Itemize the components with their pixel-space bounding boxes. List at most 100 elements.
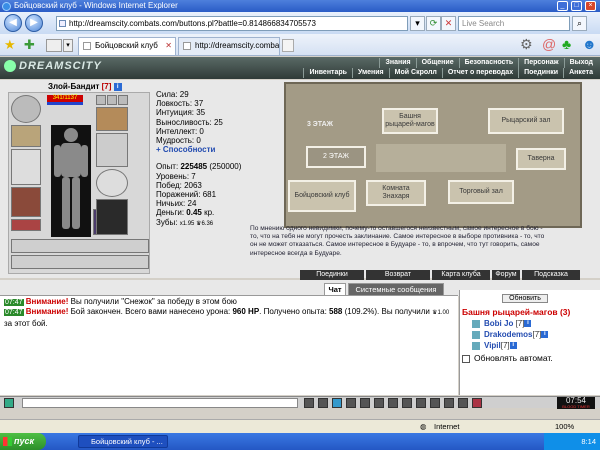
menu-communication[interactable]: Общение	[415, 58, 459, 68]
menu-battles[interactable]: Поединки	[518, 68, 563, 78]
gloves-slot[interactable]	[96, 133, 128, 167]
stop-icon[interactable]: ✕	[441, 16, 456, 31]
player-name[interactable]: Vipil	[484, 341, 501, 350]
map-room-floor2[interactable]: 2 ЭТАЖ	[306, 146, 366, 168]
battles-button[interactable]: Поединки	[300, 270, 364, 280]
add-favorites-icon[interactable]: ✚	[24, 37, 35, 53]
refresh-icon[interactable]: ⟳	[426, 16, 441, 31]
tab-close-icon[interactable]: ✕	[165, 38, 172, 54]
map-room-healer[interactable]: Комната Знахаря	[366, 180, 426, 206]
ring-slot[interactable]	[118, 95, 128, 105]
info-icon[interactable]: i	[113, 82, 122, 91]
menu-profile[interactable]: Анкета	[563, 68, 598, 78]
weapon-slot[interactable]	[11, 149, 41, 185]
menu-transfers[interactable]: Отчет о переводах	[441, 68, 518, 78]
back-icon[interactable]: ◀	[4, 14, 22, 32]
chat-mode-icon[interactable]	[402, 398, 412, 408]
dropdown-icon[interactable]: ▾	[410, 16, 425, 31]
url-field[interactable]: http://dreamscity.combats.com/buttons.pl…	[56, 16, 408, 31]
club-map-button[interactable]: Карта клуба	[432, 270, 490, 280]
map-room-tavern[interactable]: Таверна	[516, 148, 566, 170]
new-tab-button[interactable]	[282, 39, 294, 52]
chat-input[interactable]	[22, 398, 298, 408]
auto-refresh-toggle[interactable]: Обновлять автомат.	[462, 353, 553, 363]
mail-icon[interactable]: @	[542, 36, 556, 52]
map-room-fight-club[interactable]: Бойцовский клуб	[288, 180, 356, 212]
ring-slot[interactable]	[96, 95, 106, 105]
menu-skills[interactable]: Умения	[351, 68, 389, 78]
quick-slots-row[interactable]	[11, 239, 149, 253]
menu-my-scroll[interactable]: Мой Скролл	[388, 68, 442, 78]
map-room-trade-hall[interactable]: Торговый зал	[448, 180, 514, 204]
close-window-button[interactable]: ×	[585, 1, 596, 11]
exit-icon[interactable]	[472, 398, 482, 408]
belt-slot[interactable]	[11, 219, 41, 231]
helmet-slot[interactable]	[11, 95, 41, 123]
tab-second[interactable]: http://dreamscity.combats.c...	[178, 37, 280, 55]
ring-slot[interactable]	[107, 95, 117, 105]
checkbox-icon[interactable]	[462, 354, 470, 363]
forum-button[interactable]: Форум	[492, 270, 520, 280]
tab-active[interactable]: Бойцовский клуб ✕	[78, 37, 176, 55]
chat-timestamp[interactable]: 07:47	[4, 299, 24, 306]
quick-tabs-icon[interactable]: ▾	[63, 39, 73, 52]
info-icon[interactable]: i	[541, 331, 549, 339]
return-button[interactable]: Возврат	[366, 270, 430, 280]
scroll-icon[interactable]	[430, 398, 440, 408]
smiles-icon[interactable]	[374, 398, 384, 408]
minimize-button[interactable]: _	[557, 1, 568, 11]
log-icon[interactable]	[444, 398, 454, 408]
refresh-button[interactable]: Обновить	[502, 294, 548, 303]
private-icon[interactable]	[416, 398, 426, 408]
menu-knowledge[interactable]: Знания	[379, 58, 415, 68]
menu-character[interactable]: Персонаж	[518, 58, 563, 68]
clover-icon[interactable]: ♣	[562, 36, 571, 52]
menu-security[interactable]: Безопасность	[458, 58, 519, 68]
map-room-floor3[interactable]: 3 ЭТАЖ	[290, 114, 350, 136]
character-silhouette[interactable]	[51, 125, 91, 237]
info-icon[interactable]: i	[509, 342, 517, 350]
clear-icon[interactable]	[318, 398, 328, 408]
map-room-knight-hall[interactable]: Рыцарский зал	[488, 108, 564, 134]
player-item[interactable]: Drakodemos[7] i	[472, 330, 549, 339]
tab-list-icon[interactable]	[46, 39, 62, 52]
settings-icon[interactable]	[360, 398, 370, 408]
player-name[interactable]: Drakodemos	[484, 330, 532, 339]
quick-slots-row[interactable]	[11, 255, 149, 269]
player-item[interactable]: Bobi Jo [7] i	[472, 319, 532, 328]
menu-exit[interactable]: Выход	[563, 58, 598, 68]
amulet-slot[interactable]	[96, 107, 128, 131]
pet-slot[interactable]	[93, 209, 97, 235]
favorites-star-icon[interactable]: ★	[4, 37, 16, 53]
stat-endurance: Выносливость: 25	[156, 117, 223, 127]
tab-bar: ★ ✚ ▾ Бойцовский клуб ✕ http://dreamscit…	[0, 34, 600, 56]
earrings-slot[interactable]	[11, 125, 41, 147]
shield-slot[interactable]	[96, 169, 128, 197]
hint-button[interactable]: Подсказка	[522, 270, 580, 280]
zoom-level[interactable]: 100%	[555, 420, 574, 433]
people-icon[interactable]: ☻	[582, 36, 597, 52]
player-name[interactable]: Bobi Jo	[484, 319, 513, 328]
chat-refresh-icon[interactable]	[4, 398, 14, 408]
search-input[interactable]: Live Search	[458, 16, 570, 31]
map-room-mage-tower[interactable]: Башня рыцарей-магов	[382, 108, 438, 134]
boots-slot[interactable]	[96, 199, 128, 235]
armor-slot[interactable]	[11, 187, 41, 217]
character-name[interactable]: Злой-Бандит [7] i	[48, 82, 122, 91]
menu-inventory[interactable]: Инвентарь	[303, 68, 352, 78]
chat-timestamp[interactable]: 07:47	[4, 309, 24, 317]
taskbar-item[interactable]: Бойцовский клуб - ...	[78, 435, 168, 448]
translit-icon[interactable]	[388, 398, 398, 408]
send-icon[interactable]	[304, 398, 314, 408]
tools-gear-icon[interactable]: ⚙	[520, 36, 533, 53]
maximize-button[interactable]: □	[571, 1, 582, 11]
sound-icon[interactable]	[346, 398, 356, 408]
abilities-link[interactable]: + Способности	[156, 145, 276, 154]
filter-icon[interactable]	[332, 398, 342, 408]
info-icon[interactable]: i	[524, 320, 532, 328]
help-icon[interactable]	[458, 398, 468, 408]
search-icon[interactable]: ⌕	[572, 16, 587, 31]
forward-icon[interactable]: ▶	[25, 14, 43, 32]
start-button[interactable]: пуск	[0, 433, 46, 450]
player-item[interactable]: Vipil[7] i	[472, 341, 517, 350]
